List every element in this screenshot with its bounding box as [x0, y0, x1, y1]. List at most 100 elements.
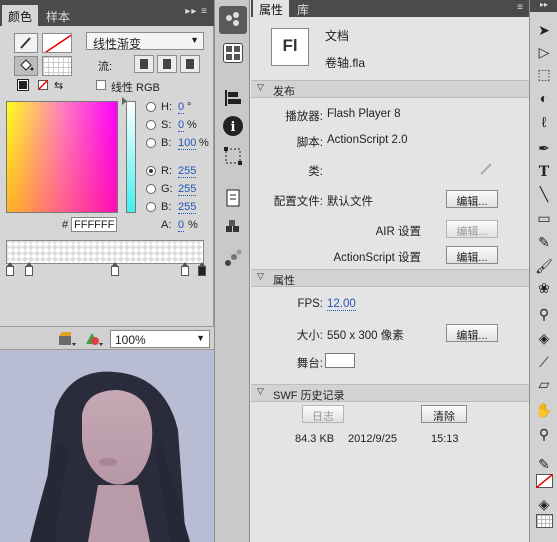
- edit-symbol-icon[interactable]: [84, 331, 103, 346]
- panel-icon-strip: i: [214, 0, 250, 542]
- s-radio[interactable]: [146, 120, 156, 130]
- text-tool-icon[interactable]: T: [535, 164, 553, 180]
- properties-section-header[interactable]: 属性: [251, 269, 529, 287]
- 3d-rotation-tool-icon[interactable]: ◐: [535, 90, 553, 106]
- fps-value[interactable]: 12.00: [327, 298, 356, 311]
- tab-color[interactable]: 颜色: [2, 5, 39, 26]
- motion-presets-icon[interactable]: [223, 248, 243, 268]
- info-panel-icon[interactable]: i: [223, 116, 243, 136]
- stage-color-swatch[interactable]: [325, 353, 355, 368]
- clear-button[interactable]: 清除: [421, 405, 467, 423]
- components-icon[interactable]: [223, 218, 243, 238]
- actionscript-edit-button[interactable]: 编辑...: [446, 246, 498, 264]
- r-radio[interactable]: [146, 166, 156, 176]
- h-radio[interactable]: [146, 102, 156, 112]
- size-edit-button[interactable]: 编辑...: [446, 324, 498, 342]
- eyedropper-tool-icon[interactable]: ⟋: [535, 354, 553, 370]
- transform-panel-icon[interactable]: [223, 146, 243, 166]
- tab-properties[interactable]: 属性: [253, 0, 290, 17]
- edit-class-pencil-icon[interactable]: [479, 162, 493, 176]
- brush-tool-icon[interactable]: 🖌: [535, 258, 553, 274]
- publish-section-header[interactable]: 发布: [251, 80, 529, 98]
- tab-library[interactable]: 库: [291, 0, 315, 17]
- pen-tool-icon[interactable]: ✒: [535, 140, 553, 156]
- zoom-value: 100%: [115, 333, 146, 347]
- flow-extend-button[interactable]: [134, 55, 154, 73]
- hand-tool-icon[interactable]: ✋: [535, 402, 553, 418]
- stroke-color-swatch[interactable]: [42, 33, 72, 53]
- selection-tool-icon[interactable]: ➤: [535, 22, 553, 38]
- fill-color-swatch[interactable]: [42, 56, 72, 76]
- class-label: 类:: [308, 166, 323, 178]
- color-panel-tabs: 颜色 样本 ▸▸ ≡: [0, 0, 214, 26]
- eraser-tool-icon[interactable]: ▱: [535, 376, 553, 392]
- swf-size: 84.3 KB: [295, 433, 335, 445]
- panel-menu-icon[interactable]: ▸▸ ≡: [185, 6, 208, 17]
- deco-tool-icon[interactable]: ❀: [535, 280, 553, 296]
- align-panel-icon[interactable]: [223, 88, 243, 108]
- fill-type-select[interactable]: 线性渐变 ▼: [86, 32, 204, 51]
- hue-slider[interactable]: [126, 101, 136, 213]
- gradient-pointer[interactable]: [25, 262, 33, 276]
- log-button[interactable]: 日志: [302, 405, 344, 423]
- gradient-preview-strip[interactable]: [6, 240, 204, 264]
- b-radio[interactable]: [146, 138, 156, 148]
- gradient-pointer[interactable]: [181, 262, 189, 276]
- rectangle-tool-icon[interactable]: ▭: [535, 210, 553, 226]
- b2-radio[interactable]: [146, 202, 156, 212]
- gradient-pointer[interactable]: [111, 262, 119, 276]
- h-value[interactable]: 0: [178, 101, 185, 114]
- fill-color-bucket-icon[interactable]: [14, 56, 38, 76]
- pencil-tool-icon[interactable]: ✎: [535, 234, 553, 250]
- lasso-tool-icon[interactable]: ℓ: [535, 114, 553, 130]
- code-snippets-icon[interactable]: [223, 188, 243, 208]
- edit-scene-icon[interactable]: [58, 331, 76, 346]
- free-transform-tool-icon[interactable]: ⬚: [535, 66, 553, 82]
- color-picker-field[interactable]: [6, 101, 118, 213]
- alpha-value[interactable]: 0: [178, 219, 185, 232]
- stroke-color-pencil-icon[interactable]: [14, 33, 38, 53]
- h-label: H:: [161, 101, 172, 113]
- air-edit-button[interactable]: 编辑...: [446, 220, 498, 238]
- b-value[interactable]: 100: [178, 137, 197, 150]
- stage-canvas[interactable]: [0, 350, 214, 542]
- linear-rgb-checkbox[interactable]: [96, 80, 106, 90]
- color-panel-icon[interactable]: [219, 6, 247, 34]
- hue-slider-handle[interactable]: [122, 97, 127, 105]
- g-label: G:: [161, 183, 173, 195]
- fill-color-swatch-tool[interactable]: [536, 514, 553, 528]
- swf-history-section-header[interactable]: SWF 历史记录: [251, 384, 529, 402]
- properties-tabs: 属性 库 ≡: [251, 0, 529, 17]
- stroke-color-swatch-tool[interactable]: [536, 474, 553, 488]
- line-tool-icon[interactable]: ╲: [535, 186, 553, 202]
- fill-color-tool-icon[interactable]: ◈: [535, 496, 553, 512]
- tab-swatches[interactable]: 样本: [40, 5, 76, 26]
- gradient-pointer[interactable]: [6, 262, 14, 276]
- gradient-pointer-selected[interactable]: [198, 262, 206, 276]
- flow-reflect-button[interactable]: [157, 55, 177, 73]
- zoom-select[interactable]: 100% ▼: [110, 330, 210, 348]
- g-radio[interactable]: [146, 184, 156, 194]
- r-value[interactable]: 255: [178, 165, 197, 178]
- profile-edit-button[interactable]: 编辑...: [446, 190, 498, 208]
- swatches-panel-icon[interactable]: [223, 43, 243, 63]
- tools-collapse-icon[interactable]: ▸▸: [530, 0, 557, 12]
- swap-colors-icon[interactable]: ⇆: [54, 79, 63, 92]
- b2-value[interactable]: 255: [178, 201, 197, 214]
- h-unit: °: [187, 101, 192, 113]
- zoom-tool-icon[interactable]: ⚲: [535, 426, 553, 442]
- no-color-icon[interactable]: [38, 80, 48, 90]
- hex-input[interactable]: FFFFFF: [71, 217, 117, 232]
- g-value[interactable]: 255: [178, 183, 197, 196]
- air-settings-label: AIR 设置: [375, 226, 421, 238]
- stage-toolbar: 100% ▼: [0, 326, 214, 350]
- black-white-icon[interactable]: [17, 79, 29, 91]
- subselection-tool-icon[interactable]: ▷: [535, 44, 553, 60]
- bone-tool-icon[interactable]: ⚲: [535, 306, 553, 322]
- flow-repeat-button[interactable]: [180, 55, 200, 73]
- panel-menu-icon[interactable]: ≡: [517, 2, 523, 13]
- paint-bucket-tool-icon[interactable]: ◈: [535, 330, 553, 346]
- s-value[interactable]: 0: [178, 119, 185, 132]
- player-value: Flash Player 8: [327, 108, 401, 120]
- stroke-color-tool-icon[interactable]: ✎: [535, 456, 553, 472]
